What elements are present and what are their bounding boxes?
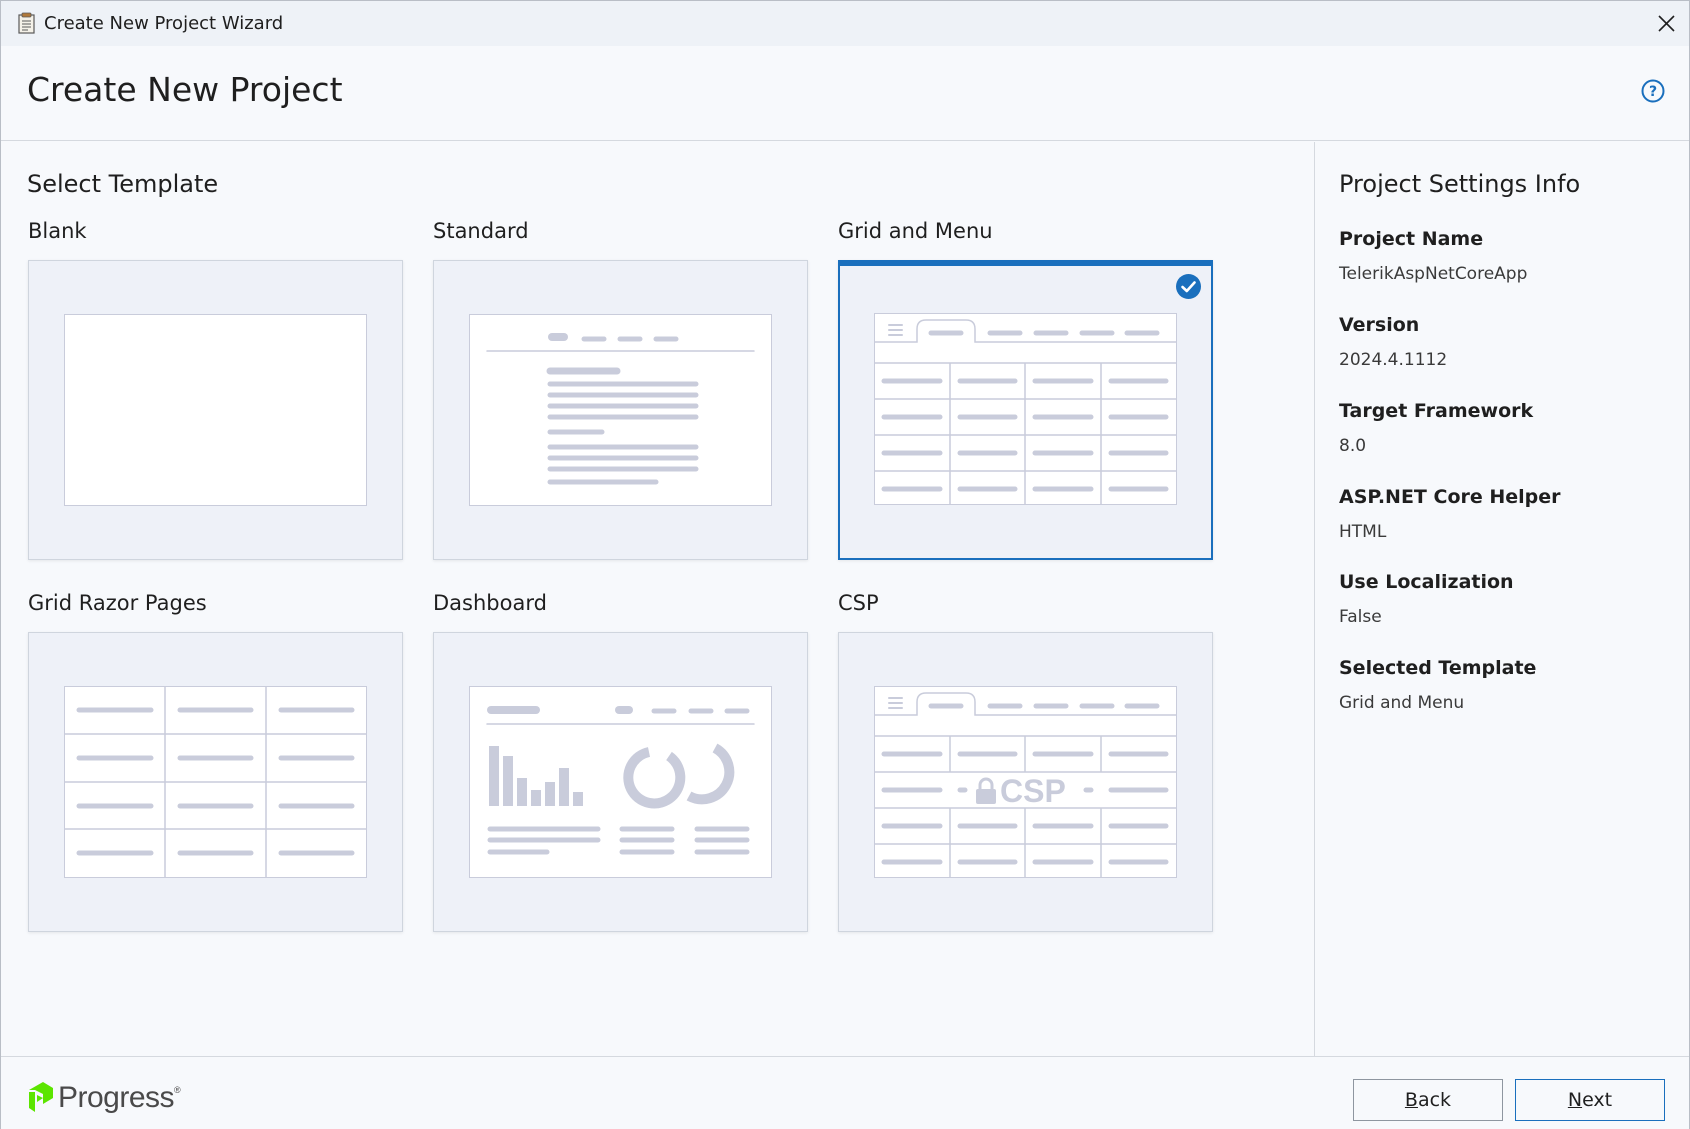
select-template-heading: Select Template <box>27 170 219 198</box>
setting-value: 8.0 <box>1339 436 1367 456</box>
grid-and-menu-preview <box>874 313 1177 505</box>
close-icon <box>1657 15 1675 32</box>
setting-label: Use Localization <box>1339 571 1514 593</box>
setting-label: Project Name <box>1339 228 1484 250</box>
setting-value: 2024.4.1112 <box>1339 350 1448 370</box>
setting-target-framework: Target Framework 8.0 <box>1339 400 1533 456</box>
setting-value: Grid and Menu <box>1339 693 1465 713</box>
wizard-window: Create New Project Wizard Create New Pro… <box>0 0 1690 1129</box>
template-card-grid-and-menu[interactable] <box>838 260 1213 560</box>
setting-value: TelerikAspNetCoreApp <box>1339 264 1528 284</box>
setting-value: False <box>1339 607 1382 627</box>
next-button[interactable]: Next <box>1515 1079 1665 1121</box>
template-card-dashboard[interactable] <box>433 632 808 932</box>
setting-project-name: Project Name TelerikAspNetCoreApp <box>1339 228 1527 284</box>
help-icon[interactable]: ? <box>1641 79 1665 103</box>
csp-preview: CSP <box>874 686 1177 878</box>
template-label-blank: Blank <box>28 219 87 243</box>
window-title: Create New Project Wizard <box>44 13 284 34</box>
template-label-standard: Standard <box>433 219 529 243</box>
grid-razor-pages-preview <box>64 686 367 878</box>
template-label-grid-and-menu: Grid and Menu <box>838 219 993 243</box>
progress-logo-icon <box>29 1082 53 1112</box>
page-title: Create New Project <box>27 70 343 109</box>
svg-text:?: ? <box>1649 84 1657 100</box>
template-card-grid-razor-pages[interactable] <box>28 632 403 932</box>
title-bar: Create New Project Wizard <box>1 1 1689 46</box>
template-card-csp[interactable]: CSP <box>838 632 1213 932</box>
dashboard-preview <box>469 686 772 878</box>
progress-logo: Progress® <box>27 1081 181 1115</box>
project-settings-heading: Project Settings Info <box>1339 170 1581 198</box>
setting-use-localization: Use Localization False <box>1339 571 1514 627</box>
logo-text: Progress® <box>58 1081 181 1114</box>
template-label-csp: CSP <box>838 591 879 615</box>
template-label-grid-razor-pages: Grid Razor Pages <box>28 591 207 615</box>
wizard-footer: Progress® Back Next <box>1 1056 1689 1129</box>
back-button[interactable]: Back <box>1353 1079 1503 1121</box>
blank-preview <box>64 314 367 506</box>
setting-label: Target Framework <box>1339 400 1534 422</box>
csp-watermark: CSP <box>1000 773 1066 809</box>
project-settings-panel: Project Settings Info Project Name Teler… <box>1315 142 1689 1056</box>
template-selection: Select Template Blank Standard Grid and … <box>1 142 1314 1056</box>
check-icon <box>1176 274 1201 299</box>
template-label-dashboard: Dashboard <box>433 591 547 615</box>
setting-label: Version <box>1339 314 1420 336</box>
app-icon <box>18 12 35 34</box>
template-card-standard[interactable] <box>433 260 808 560</box>
wizard-header: Create New Project ? <box>1 46 1689 141</box>
setting-aspnet-core-helper: ASP.NET Core Helper HTML <box>1339 486 1561 542</box>
setting-selected-template: Selected Template Grid and Menu <box>1339 657 1536 713</box>
template-card-blank[interactable] <box>28 260 403 560</box>
setting-label: ASP.NET Core Helper <box>1339 486 1561 508</box>
setting-version: Version 2024.4.1112 <box>1339 314 1447 370</box>
standard-preview <box>469 314 772 506</box>
setting-value: HTML <box>1339 522 1387 542</box>
setting-label: Selected Template <box>1339 657 1537 679</box>
close-button[interactable] <box>1643 1 1689 46</box>
